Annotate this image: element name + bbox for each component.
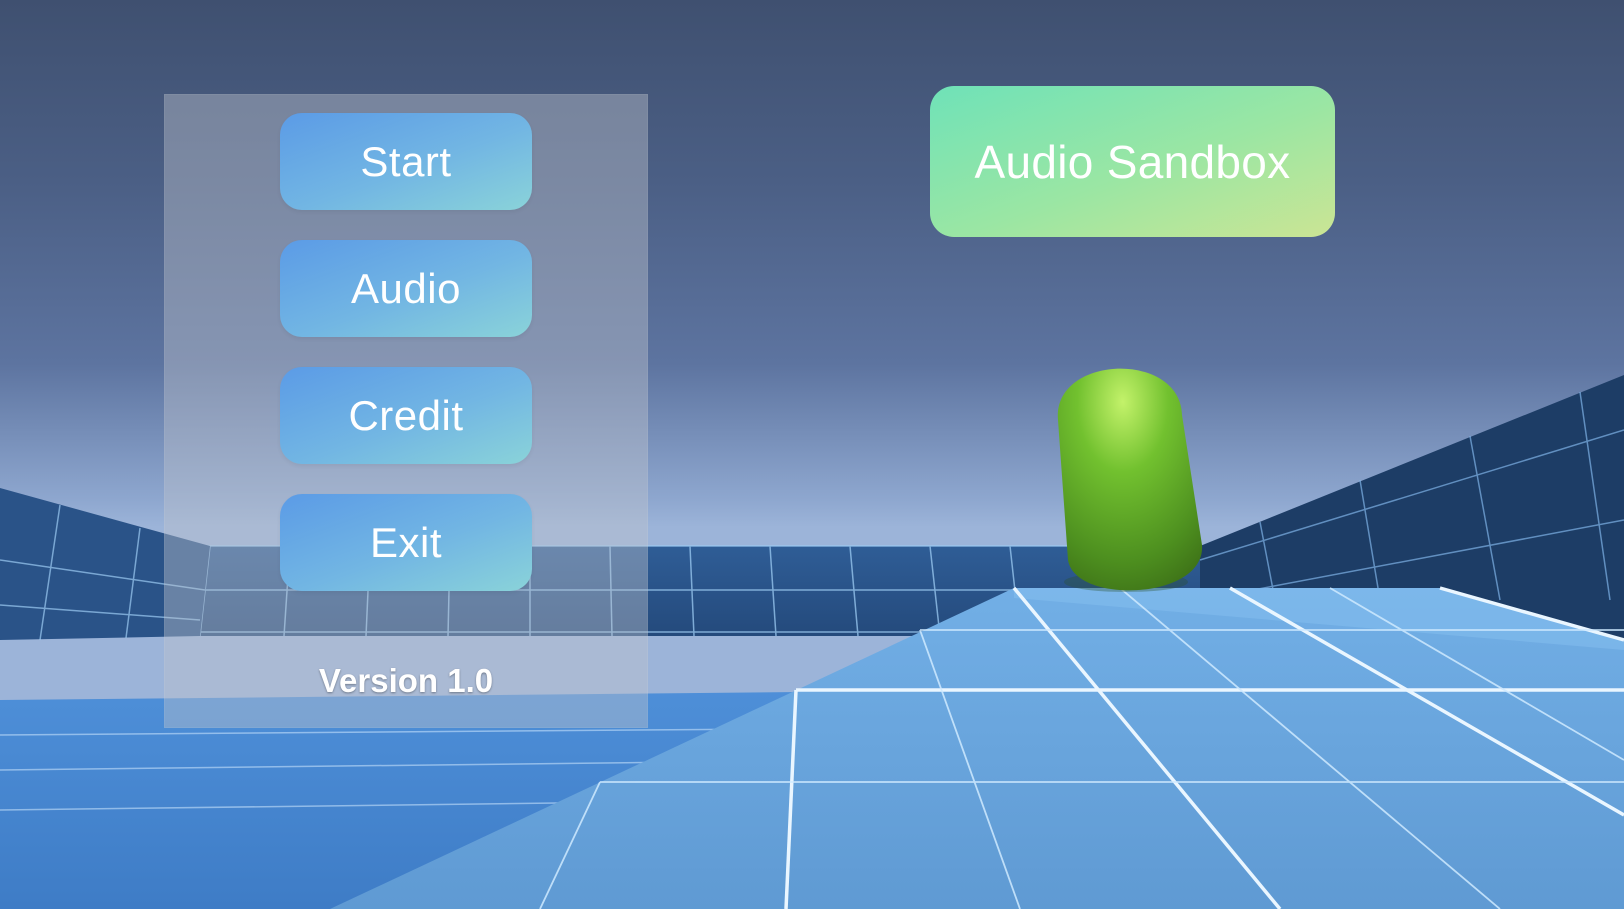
game-title: Audio Sandbox: [930, 86, 1335, 237]
exit-button[interactable]: Exit: [280, 494, 532, 591]
player-capsule: [1057, 368, 1203, 592]
game-viewport: Start Audio Credit Exit Version 1.0 Audi…: [0, 0, 1624, 909]
start-button[interactable]: Start: [280, 113, 532, 210]
audio-button[interactable]: Audio: [280, 240, 532, 337]
version-label: Version 1.0: [318, 662, 494, 699]
main-menu-panel: Start Audio Credit Exit Version 1.0: [164, 94, 648, 728]
credit-button[interactable]: Credit: [280, 367, 532, 464]
